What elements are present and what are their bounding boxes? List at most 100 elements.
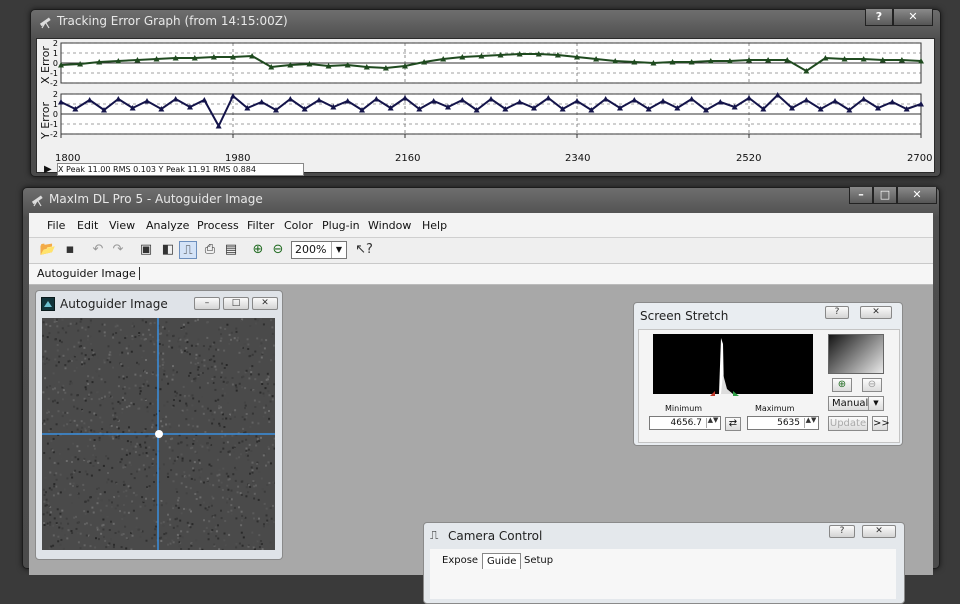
help-button[interactable]: ?	[829, 525, 855, 538]
autoguider-title: Autoguider Image	[60, 297, 168, 311]
main-toolbar: 📂 ▪ ↶ ↷ ▣ ◧ ⎍ ⎙ ▤ ⊕ ⊖ 200% ▼ ↖?	[29, 238, 933, 264]
spinner-icon[interactable]: ▲▼	[804, 418, 817, 428]
tracking-error-window: Tracking Error Graph (from 14:15:00Z) ? …	[30, 9, 941, 177]
y-tick-label: -2	[50, 79, 58, 88]
menu-window[interactable]: Window	[368, 219, 411, 232]
save-icon[interactable]: ▪	[61, 241, 79, 259]
menu-help[interactable]: Help	[422, 219, 447, 232]
y-tick-label: -1	[50, 120, 58, 129]
minimum-value: 4656.7	[671, 418, 703, 428]
tab-setup[interactable]: Setup	[520, 553, 557, 569]
camera-control-window: ⎍ Camera Control ? ✕ Expose Guide Setup	[423, 522, 905, 604]
menu-file[interactable]: File	[47, 219, 65, 232]
close-button[interactable]: ✕	[897, 187, 937, 204]
stretch-preview	[828, 334, 884, 374]
zoom-out-icon[interactable]: ⊖	[862, 378, 882, 392]
stretch-mode-select[interactable]: Manual ▼	[828, 396, 884, 411]
y-tick-label: -2	[50, 130, 58, 139]
maximum-input[interactable]: 5635 ▲▼	[747, 416, 819, 430]
menu-color[interactable]: Color	[284, 219, 313, 232]
zoom-value: 200%	[295, 243, 326, 256]
screen-stretch-window: Screen Stretch ? ✕ Minimum Maximum 4656.…	[633, 302, 903, 446]
restore-button[interactable]: □	[223, 297, 249, 310]
minimum-label: Minimum	[665, 404, 702, 413]
autoguider-image-window: Autoguider Image – □ ✕	[35, 290, 283, 560]
x-tick-label: 2700	[907, 153, 932, 164]
menu-bar: File Edit View Analyze Process Filter Co…	[29, 213, 933, 238]
x-error-plot: 210-1-2	[50, 39, 924, 88]
tab-guide[interactable]: Guide	[482, 553, 521, 569]
stretch-panel: Minimum Maximum 4656.7 ▲▼ ⇄ 5635 ▲▼ ⊕ ⊖ …	[638, 329, 900, 443]
play-icon[interactable]: ▶	[44, 164, 52, 175]
camera-icon: ⎍	[430, 528, 438, 543]
zoom-in-icon[interactable]: ⊕	[249, 241, 267, 259]
redo-icon[interactable]: ↷	[109, 241, 127, 259]
close-button[interactable]: ✕	[860, 306, 892, 319]
swap-icon[interactable]: ⇄	[725, 417, 741, 431]
context-help-icon[interactable]: ↖?	[355, 241, 373, 259]
update-button[interactable]: Update	[828, 416, 868, 431]
tab-expose[interactable]: Expose	[438, 553, 482, 569]
y-tick-label: 1	[53, 100, 58, 109]
menu-plugin[interactable]: Plug-in	[322, 219, 360, 232]
undo-icon[interactable]: ↶	[89, 241, 107, 259]
maxim-main-window: MaxIm DL Pro 5 - Autoguider Image – □ ✕ …	[22, 187, 940, 569]
camera-control-title: Camera Control	[448, 529, 542, 543]
mdi-workspace: Autoguider Image – □ ✕ Screen Stretch ? …	[29, 285, 933, 575]
stretch-mode-value: Manual	[832, 398, 868, 409]
telescope-icon	[31, 193, 45, 207]
chevron-down-icon[interactable]: ▼	[331, 242, 346, 258]
chevron-down-icon[interactable]: ▼	[868, 397, 883, 410]
tracking-plots: 210-1-2210-1-2	[37, 39, 934, 172]
y-tick-label: 2	[53, 90, 58, 99]
y-tick-label: 1	[53, 49, 58, 58]
toolbox-icon[interactable]: ⎙	[201, 241, 219, 259]
menu-analyze[interactable]: Analyze	[146, 219, 189, 232]
minimize-button[interactable]: –	[194, 297, 220, 310]
maxim-title: MaxIm DL Pro 5 - Autoguider Image	[49, 192, 263, 206]
tracking-status: X Peak 11.00 RMS 0.103 Y Peak 11.91 RMS …	[57, 163, 304, 176]
image-icon	[41, 297, 55, 311]
maximize-button[interactable]: □	[873, 187, 897, 204]
close-button[interactable]: ✕	[252, 297, 278, 310]
spinner-icon[interactable]: ▲▼	[706, 418, 719, 428]
y-tick-label: 0	[53, 110, 58, 119]
minimize-button[interactable]: –	[849, 187, 873, 204]
screen-stretch-icon[interactable]: ◧	[159, 241, 177, 259]
zoom-select[interactable]: 200% ▼	[291, 241, 347, 259]
x-tick-label: 2520	[736, 153, 761, 164]
screen-stretch-title: Screen Stretch	[640, 309, 728, 323]
maxim-titlebar[interactable]: MaxIm DL Pro 5 - Autoguider Image – □ ✕	[23, 188, 939, 212]
close-button[interactable]: ✕	[893, 9, 933, 26]
menu-view[interactable]: View	[109, 219, 135, 232]
image-view-icon[interactable]: ▣	[137, 241, 155, 259]
zoom-out-icon[interactable]: ⊖	[269, 241, 287, 259]
maximum-value: 5635	[777, 418, 800, 428]
menu-filter[interactable]: Filter	[247, 219, 274, 232]
x-tick-label: 2340	[565, 153, 590, 164]
tracking-title: Tracking Error Graph (from 14:15:00Z)	[57, 14, 288, 28]
document-tabs: Autoguider Image	[29, 264, 933, 285]
camera-control-icon[interactable]: ⎍	[179, 241, 197, 259]
telescope-icon	[39, 15, 53, 29]
open-icon[interactable]: 📂	[39, 241, 57, 259]
minimum-input[interactable]: 4656.7 ▲▼	[649, 416, 721, 430]
doc-tab-autoguider[interactable]: Autoguider Image	[37, 267, 140, 280]
tracking-titlebar[interactable]: Tracking Error Graph (from 14:15:00Z) ? …	[31, 10, 940, 34]
tracking-graph-area: X Error Y Error 210-1-2210-1-2 1800 1980…	[36, 38, 935, 173]
close-button[interactable]: ✕	[862, 525, 896, 538]
y-tick-label: -1	[50, 69, 58, 78]
y-tick-label: 0	[53, 59, 58, 68]
histogram[interactable]	[653, 334, 813, 396]
help-button[interactable]: ?	[865, 9, 893, 26]
properties-icon[interactable]: ▤	[222, 241, 240, 259]
help-button[interactable]: ?	[825, 306, 849, 319]
guide-camera-image[interactable]	[42, 318, 275, 550]
menu-edit[interactable]: Edit	[77, 219, 98, 232]
guide-star[interactable]	[155, 430, 163, 438]
menu-process[interactable]: Process	[197, 219, 239, 232]
x-tick-label: 2160	[395, 153, 420, 164]
zoom-in-icon[interactable]: ⊕	[832, 378, 852, 392]
y-tick-label: 2	[53, 39, 58, 48]
expand-button[interactable]: >>	[872, 416, 888, 431]
